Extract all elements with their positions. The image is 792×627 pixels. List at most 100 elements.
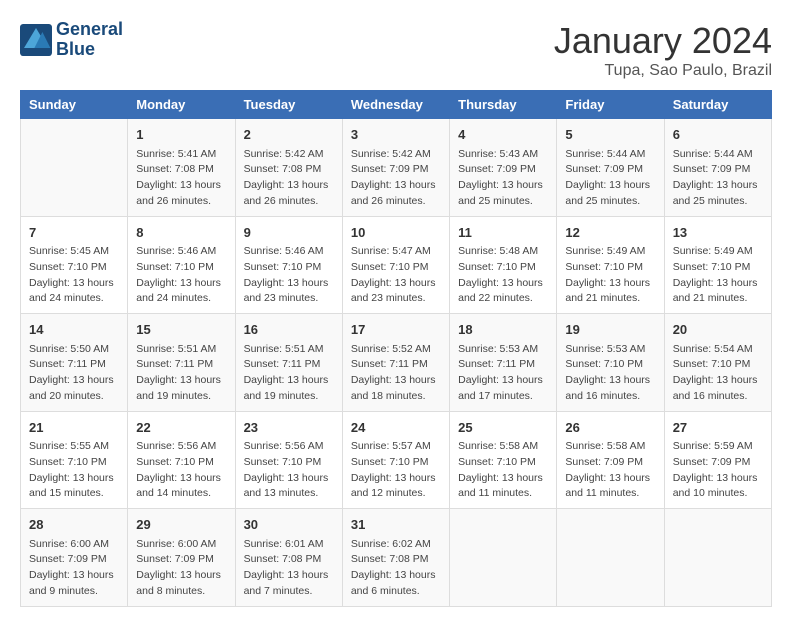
month-title: January 2024 xyxy=(554,20,772,62)
day-info: Sunrise: 5:49 AM Sunset: 7:10 PM Dayligh… xyxy=(673,244,763,307)
day-info: Sunrise: 5:52 AM Sunset: 7:11 PM Dayligh… xyxy=(351,342,441,405)
day-number: 10 xyxy=(351,223,441,243)
day-cell: 2Sunrise: 5:42 AM Sunset: 7:08 PM Daylig… xyxy=(235,119,342,217)
logo: General Blue xyxy=(20,20,123,60)
day-number: 24 xyxy=(351,418,441,438)
header-row: SundayMondayTuesdayWednesdayThursdayFrid… xyxy=(21,91,772,119)
day-number: 14 xyxy=(29,320,119,340)
day-info: Sunrise: 5:45 AM Sunset: 7:10 PM Dayligh… xyxy=(29,244,119,307)
day-info: Sunrise: 5:41 AM Sunset: 7:08 PM Dayligh… xyxy=(136,147,226,210)
day-cell: 13Sunrise: 5:49 AM Sunset: 7:10 PM Dayli… xyxy=(664,216,771,314)
day-info: Sunrise: 5:59 AM Sunset: 7:09 PM Dayligh… xyxy=(673,439,763,502)
day-cell: 10Sunrise: 5:47 AM Sunset: 7:10 PM Dayli… xyxy=(342,216,449,314)
day-info: Sunrise: 5:58 AM Sunset: 7:09 PM Dayligh… xyxy=(565,439,655,502)
day-info: Sunrise: 5:42 AM Sunset: 7:09 PM Dayligh… xyxy=(351,147,441,210)
location: Tupa, Sao Paulo, Brazil xyxy=(554,62,772,80)
day-info: Sunrise: 5:47 AM Sunset: 7:10 PM Dayligh… xyxy=(351,244,441,307)
header-cell-saturday: Saturday xyxy=(664,91,771,119)
day-info: Sunrise: 6:01 AM Sunset: 7:08 PM Dayligh… xyxy=(244,537,334,600)
day-cell xyxy=(664,509,771,607)
logo-text: General Blue xyxy=(56,20,123,60)
header-cell-wednesday: Wednesday xyxy=(342,91,449,119)
day-number: 1 xyxy=(136,125,226,145)
day-info: Sunrise: 5:49 AM Sunset: 7:10 PM Dayligh… xyxy=(565,244,655,307)
day-cell: 19Sunrise: 5:53 AM Sunset: 7:10 PM Dayli… xyxy=(557,314,664,412)
day-cell: 30Sunrise: 6:01 AM Sunset: 7:08 PM Dayli… xyxy=(235,509,342,607)
day-cell: 3Sunrise: 5:42 AM Sunset: 7:09 PM Daylig… xyxy=(342,119,449,217)
day-cell: 15Sunrise: 5:51 AM Sunset: 7:11 PM Dayli… xyxy=(128,314,235,412)
day-number: 8 xyxy=(136,223,226,243)
day-cell xyxy=(557,509,664,607)
week-row-5: 28 Sunrise: 6:00 AM Sunset: 7:09 PM Dayli… xyxy=(21,509,772,607)
day-number: 23 xyxy=(244,418,334,438)
header-cell-friday: Friday xyxy=(557,91,664,119)
day-info: Sunrise: 5:58 AM Sunset: 7:10 PM Dayligh… xyxy=(458,439,548,502)
day-cell: 17Sunrise: 5:52 AM Sunset: 7:11 PM Dayli… xyxy=(342,314,449,412)
day-cell: 18Sunrise: 5:53 AM Sunset: 7:11 PM Dayli… xyxy=(450,314,557,412)
day-number: 16 xyxy=(244,320,334,340)
day-cell: 21Sunrise: 5:55 AM Sunset: 7:10 PM Dayli… xyxy=(21,411,128,509)
day-cell: 6Sunrise: 5:44 AM Sunset: 7:09 PM Daylig… xyxy=(664,119,771,217)
day-cell: 12Sunrise: 5:49 AM Sunset: 7:10 PM Dayli… xyxy=(557,216,664,314)
day-number: 30 xyxy=(244,515,334,535)
day-number: 26 xyxy=(565,418,655,438)
week-row-4: 21Sunrise: 5:55 AM Sunset: 7:10 PM Dayli… xyxy=(21,411,772,509)
day-cell: 8Sunrise: 5:46 AM Sunset: 7:10 PM Daylig… xyxy=(128,216,235,314)
day-cell: 5Sunrise: 5:44 AM Sunset: 7:09 PM Daylig… xyxy=(557,119,664,217)
day-number: 28 xyxy=(29,515,119,535)
header-cell-thursday: Thursday xyxy=(450,91,557,119)
day-info: Sunrise: 5:53 AM Sunset: 7:11 PM Dayligh… xyxy=(458,342,548,405)
day-number: 27 xyxy=(673,418,763,438)
title-area: January 2024 Tupa, Sao Paulo, Brazil xyxy=(554,20,772,80)
day-cell xyxy=(21,119,128,217)
day-info: Sunrise: 5:56 AM Sunset: 7:10 PM Dayligh… xyxy=(244,439,334,502)
logo-icon xyxy=(20,24,52,56)
day-number: 19 xyxy=(565,320,655,340)
day-number: 20 xyxy=(673,320,763,340)
day-cell: 20Sunrise: 5:54 AM Sunset: 7:10 PM Dayli… xyxy=(664,314,771,412)
day-number: 17 xyxy=(351,320,441,340)
day-cell: 14Sunrise: 5:50 AM Sunset: 7:11 PM Dayli… xyxy=(21,314,128,412)
day-info: Sunrise: 5:43 AM Sunset: 7:09 PM Dayligh… xyxy=(458,147,548,210)
day-info: Sunrise: 5:55 AM Sunset: 7:10 PM Dayligh… xyxy=(29,439,119,502)
day-info: Sunrise: 5:51 AM Sunset: 7:11 PM Dayligh… xyxy=(244,342,334,405)
calendar-table: SundayMondayTuesdayWednesdayThursdayFrid… xyxy=(20,90,772,607)
day-info: Sunrise: 6:02 AM Sunset: 7:08 PM Dayligh… xyxy=(351,537,441,600)
day-number: 25 xyxy=(458,418,548,438)
day-info: Sunrise: 5:51 AM Sunset: 7:11 PM Dayligh… xyxy=(136,342,226,405)
day-info: Sunrise: 6:00 AM Sunset: 7:09 PM Dayligh… xyxy=(136,537,226,600)
day-number: 2 xyxy=(244,125,334,145)
day-cell: 16Sunrise: 5:51 AM Sunset: 7:11 PM Dayli… xyxy=(235,314,342,412)
day-number: 4 xyxy=(458,125,548,145)
day-info: Sunrise: 5:50 AM Sunset: 7:11 PM Dayligh… xyxy=(29,342,119,405)
day-cell: 4Sunrise: 5:43 AM Sunset: 7:09 PM Daylig… xyxy=(450,119,557,217)
day-number: 12 xyxy=(565,223,655,243)
day-cell: 23Sunrise: 5:56 AM Sunset: 7:10 PM Dayli… xyxy=(235,411,342,509)
week-row-2: 7Sunrise: 5:45 AM Sunset: 7:10 PM Daylig… xyxy=(21,216,772,314)
day-info: Sunrise: 5:46 AM Sunset: 7:10 PM Dayligh… xyxy=(136,244,226,307)
header-cell-sunday: Sunday xyxy=(21,91,128,119)
day-number: 15 xyxy=(136,320,226,340)
page-header: General Blue January 2024 Tupa, Sao Paul… xyxy=(20,20,772,80)
day-number: 31 xyxy=(351,515,441,535)
day-cell: 1Sunrise: 5:41 AM Sunset: 7:08 PM Daylig… xyxy=(128,119,235,217)
day-cell: 26Sunrise: 5:58 AM Sunset: 7:09 PM Dayli… xyxy=(557,411,664,509)
day-cell: 28Sunrise: 6:00 AM Sunset: 7:09 PM Dayli… xyxy=(21,509,128,607)
day-info: Sunrise: 5:44 AM Sunset: 7:09 PM Dayligh… xyxy=(565,147,655,210)
day-info: Sunrise: 5:46 AM Sunset: 7:10 PM Dayligh… xyxy=(244,244,334,307)
header-cell-monday: Monday xyxy=(128,91,235,119)
day-number: 21 xyxy=(29,418,119,438)
day-number: 13 xyxy=(673,223,763,243)
day-number: 3 xyxy=(351,125,441,145)
day-info: Sunrise: 5:44 AM Sunset: 7:09 PM Dayligh… xyxy=(673,147,763,210)
day-number: 7 xyxy=(29,223,119,243)
day-cell: 31Sunrise: 6:02 AM Sunset: 7:08 PM Dayli… xyxy=(342,509,449,607)
day-info: Sunrise: 5:53 AM Sunset: 7:10 PM Dayligh… xyxy=(565,342,655,405)
day-number: 5 xyxy=(565,125,655,145)
week-row-1: 1Sunrise: 5:41 AM Sunset: 7:08 PM Daylig… xyxy=(21,119,772,217)
header-cell-tuesday: Tuesday xyxy=(235,91,342,119)
week-row-3: 14Sunrise: 5:50 AM Sunset: 7:11 PM Dayli… xyxy=(21,314,772,412)
day-info: Sunrise: 5:57 AM Sunset: 7:10 PM Dayligh… xyxy=(351,439,441,502)
day-cell: 7Sunrise: 5:45 AM Sunset: 7:10 PM Daylig… xyxy=(21,216,128,314)
day-number: 29 xyxy=(136,515,226,535)
